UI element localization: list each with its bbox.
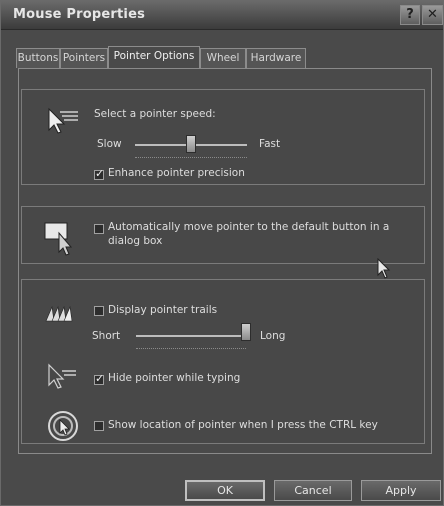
snap-to-label-line2: dialog box — [108, 235, 163, 247]
pointer-speed-label: Select a pointer speed: — [94, 108, 216, 120]
help-button[interactable]: ? — [400, 5, 420, 25]
snap-to-label-line1: Automatically move pointer to the defaul… — [108, 221, 390, 233]
tab-pointer-options[interactable]: Pointer Options — [108, 46, 200, 70]
close-button[interactable]: ✕ — [422, 5, 443, 25]
mouse-properties-window: Mouse Properties ? ✕ Buttons Pointers Po… — [0, 0, 444, 506]
show-location-label: Show location of pointer when I press th… — [108, 419, 378, 431]
title-bar[interactable]: Mouse Properties ? ✕ — [1, 1, 443, 30]
short-label: Short — [92, 330, 121, 342]
tab-buttons[interactable]: Buttons — [16, 48, 60, 68]
fast-label: Fast — [259, 138, 281, 150]
hide-pointer-icon — [46, 363, 78, 395]
hide-pointer-label: Hide pointer while typing — [108, 372, 241, 384]
slow-label: Slow — [97, 138, 122, 150]
tab-hardware[interactable]: Hardware — [246, 48, 306, 68]
trails-slider-track[interactable] — [136, 335, 246, 337]
pointer-trails-label: Display pointer trails — [108, 304, 218, 316]
speed-slider-thumb[interactable] — [186, 135, 196, 153]
pointer-speed-icon — [46, 106, 80, 140]
enhance-precision-checkbox[interactable] — [94, 167, 104, 180]
tab-pointers[interactable]: Pointers — [60, 48, 108, 68]
hide-pointer-checkbox[interactable] — [94, 372, 104, 385]
snap-to-icon — [43, 220, 83, 264]
ok-button[interactable]: OK — [185, 480, 265, 501]
mouse-cursor-icon — [377, 257, 391, 284]
apply-button[interactable]: Apply — [361, 480, 441, 501]
show-location-checkbox[interactable] — [94, 421, 104, 431]
show-location-icon — [47, 410, 79, 446]
pointer-trails-icon — [44, 303, 74, 329]
enhance-precision-label: Enhance pointer precision — [108, 167, 245, 179]
snap-to-checkbox[interactable] — [94, 224, 104, 234]
pointer-trails-checkbox[interactable] — [94, 306, 104, 316]
tab-wheel[interactable]: Wheel — [200, 48, 246, 68]
window-title: Mouse Properties — [13, 7, 146, 22]
trails-slider-ticks — [136, 342, 246, 349]
cancel-button[interactable]: Cancel — [274, 480, 352, 501]
long-label: Long — [260, 330, 286, 342]
trails-slider-thumb[interactable] — [241, 323, 251, 341]
